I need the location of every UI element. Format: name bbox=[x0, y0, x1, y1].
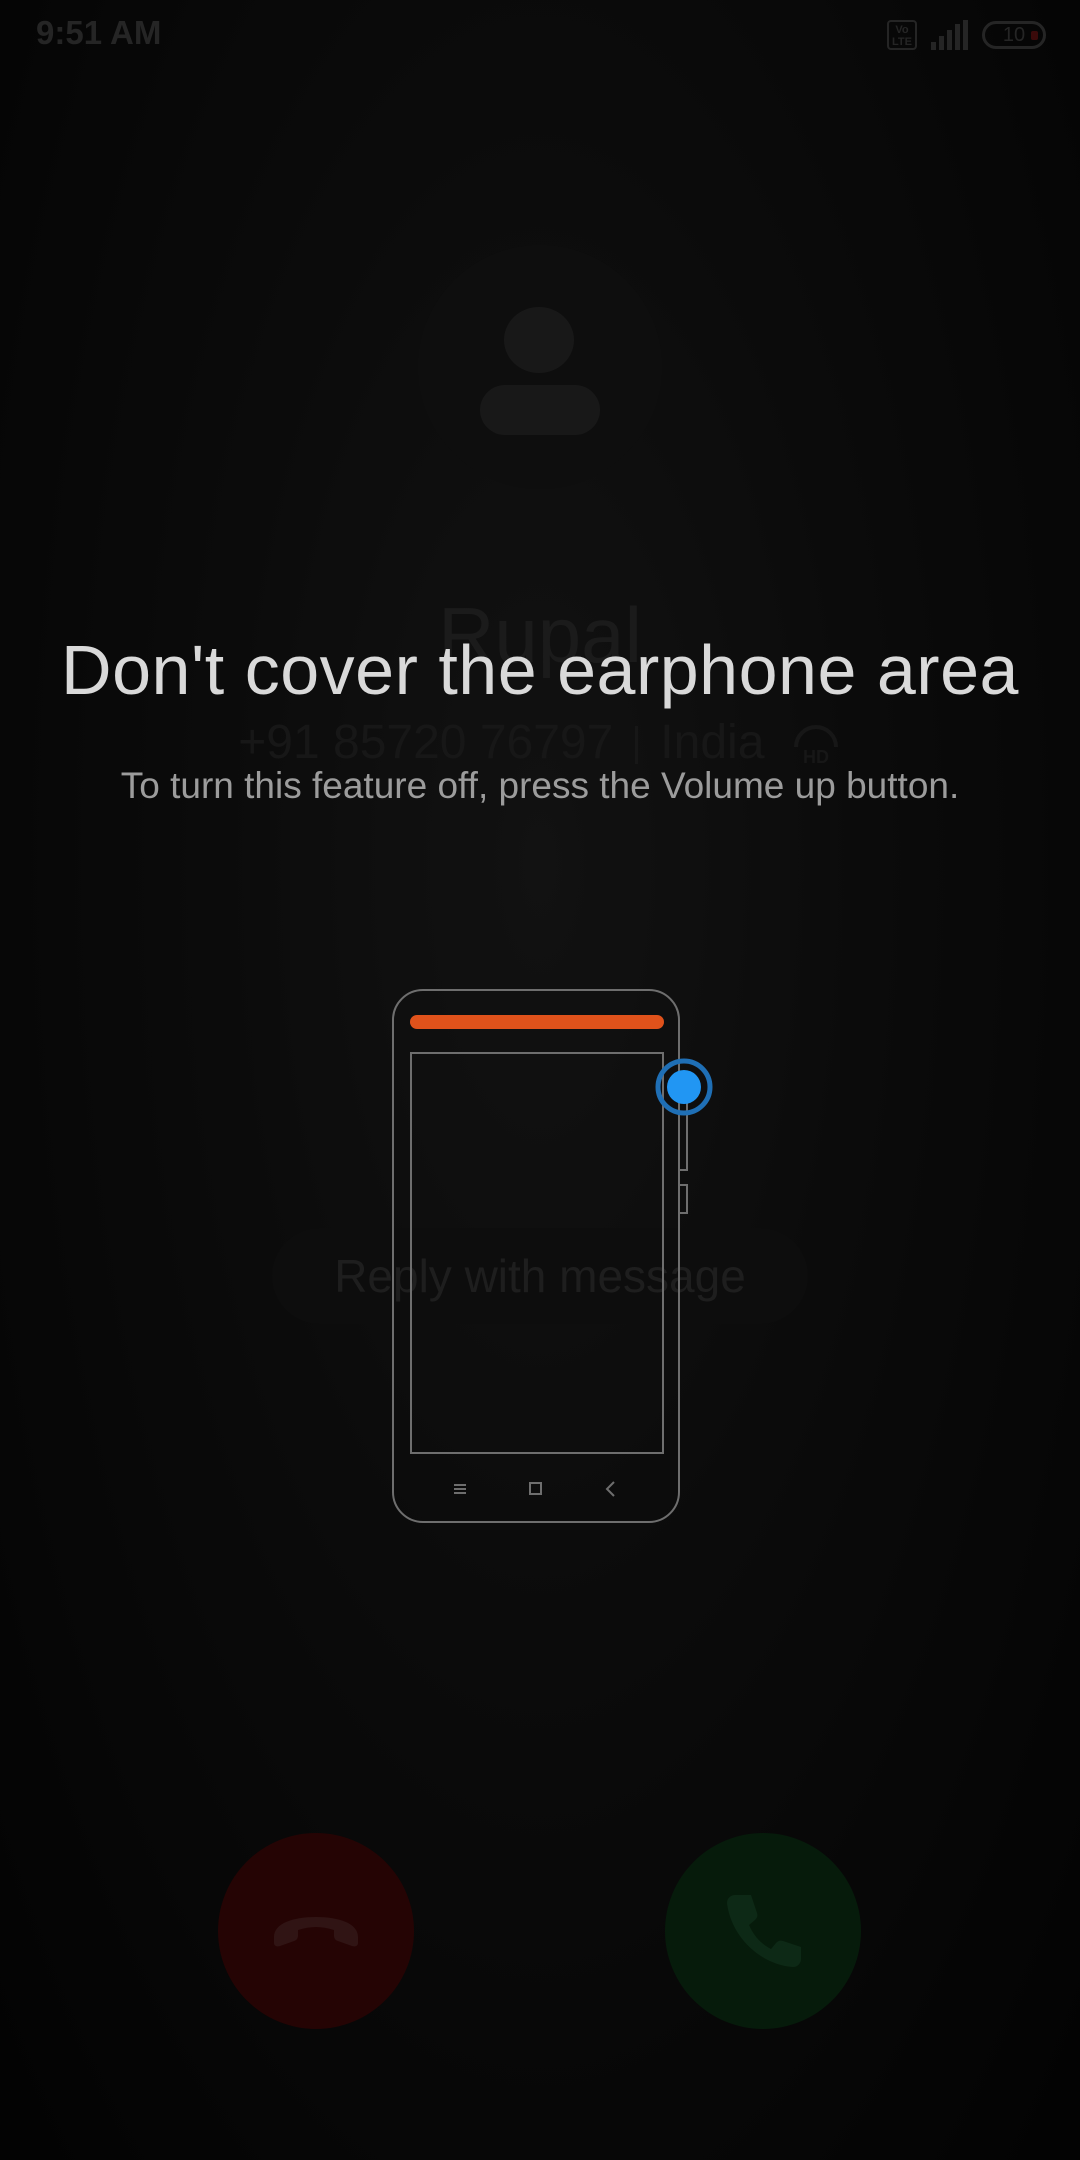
overlay-title: Don't cover the earphone area bbox=[61, 631, 1019, 709]
overlay-subtitle: To turn this feature off, press the Volu… bbox=[120, 765, 960, 806]
proximity-warning-overlay: Don't cover the earphone area To turn th… bbox=[0, 0, 1080, 2160]
phone-illustration-icon bbox=[392, 989, 713, 1523]
